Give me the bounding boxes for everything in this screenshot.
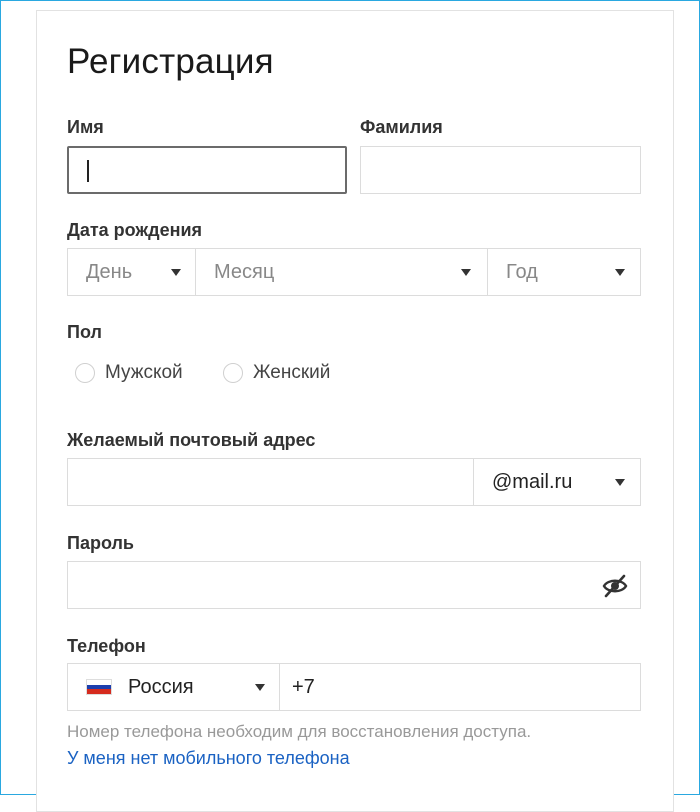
phone-group: Россия +7 [67,663,641,711]
chevron-down-icon [615,479,625,486]
year-select[interactable]: Год [488,249,640,295]
gender-option-label: Женский [253,362,331,383]
day-select-value: День [86,260,133,283]
day-select[interactable]: День [68,249,195,295]
month-select-value: Месяц [214,260,275,283]
first-name-label: Имя [67,117,104,137]
text-caret [87,160,89,182]
chevron-down-icon [171,269,181,276]
email-domain-select[interactable]: @mail.ru [474,459,640,505]
email-domain-value: @mail.ru [492,470,573,493]
russia-flag-icon [86,679,112,695]
gender-option-female[interactable]: Женский [223,362,330,384]
email-group: @mail.ru [67,458,641,506]
first-name-field[interactable] [67,146,347,194]
chevron-down-icon [255,684,265,691]
eye-slash-icon[interactable] [602,573,628,599]
email-label: Желаемый почтовый адрес [67,430,316,450]
phone-label: Телефон [67,636,146,656]
phone-input[interactable]: +7 [280,664,640,710]
chevron-down-icon [615,269,625,276]
page-title: Регистрация [67,42,274,81]
birth-date-group: День Месяц Год [67,248,641,296]
password-label: Пароль [67,533,134,553]
gender-option-male[interactable]: Мужской [75,362,183,384]
last-name-label: Фамилия [360,117,443,137]
radio-button[interactable] [223,363,243,383]
birth-date-label: Дата рождения [67,220,203,240]
chevron-down-icon [461,269,471,276]
gender-option-label: Мужской [105,362,183,383]
email-input[interactable] [68,459,473,505]
phone-hint: Номер телефона необходим для восстановле… [67,722,532,741]
phone-prefix: +7 [292,675,315,698]
radio-button[interactable] [75,363,95,383]
country-select-value: Россия [128,675,194,698]
year-select-value: Год [506,260,538,283]
gender-label: Пол [67,322,102,342]
month-select[interactable]: Месяц [196,249,487,295]
no-phone-link[interactable]: У меня нет мобильного телефона [67,748,350,769]
last-name-field[interactable] [360,146,641,194]
password-field[interactable] [67,561,641,609]
country-select[interactable]: Россия [68,664,279,710]
